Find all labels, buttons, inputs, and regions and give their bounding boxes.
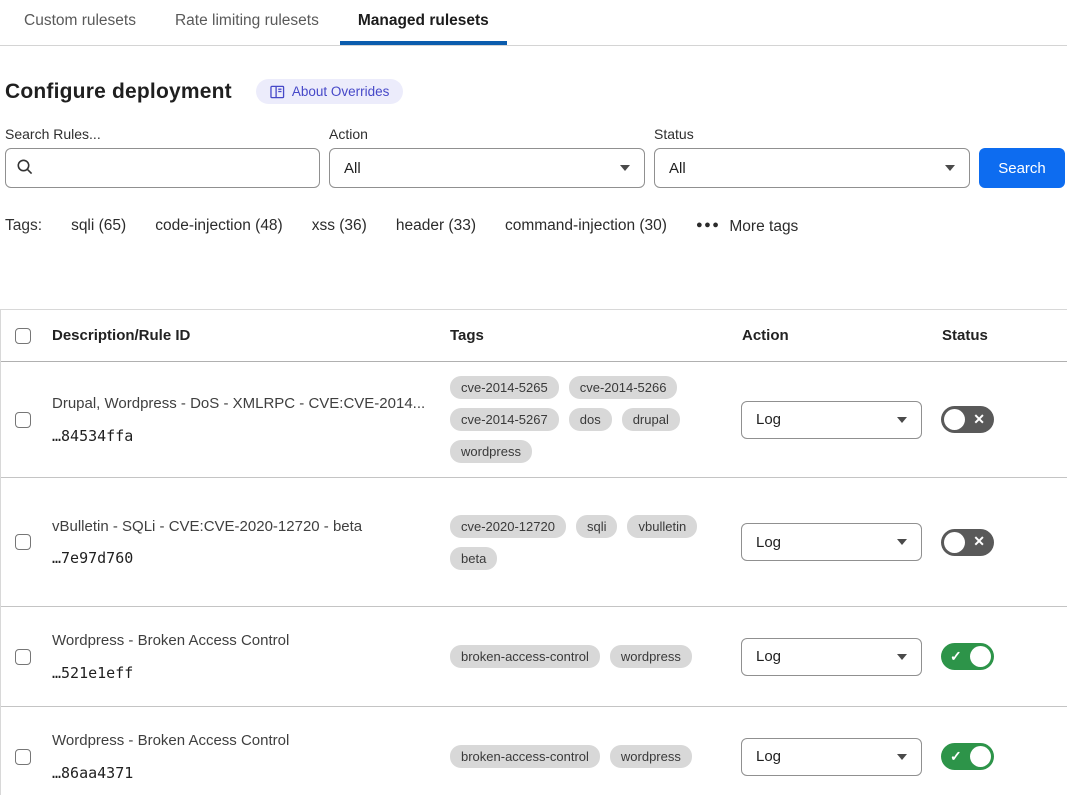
rule-tag-pill: cve-2020-12720 bbox=[450, 515, 566, 538]
rule-id: …7e97d760 bbox=[52, 549, 427, 567]
row-checkbox[interactable] bbox=[15, 749, 31, 765]
chevron-down-icon bbox=[897, 539, 907, 545]
rule-id: …84534ffa bbox=[52, 427, 427, 445]
rule-tags: broken-access-control wordpress bbox=[447, 631, 739, 682]
action-select[interactable]: Log bbox=[741, 401, 922, 439]
rule-tag-pill: wordpress bbox=[610, 745, 692, 768]
rule-tag-pill: sqli bbox=[576, 515, 618, 538]
tab-rate-limiting-rulesets[interactable]: Rate limiting rulesets bbox=[157, 0, 337, 45]
chevron-down-icon bbox=[945, 165, 955, 171]
rule-id: …86aa4371 bbox=[52, 764, 427, 782]
page-title: Configure deployment bbox=[5, 80, 232, 104]
rule-description: vBulletin - SQLi - CVE:CVE-2020-12720 - … bbox=[52, 517, 427, 537]
rule-tags: cve-2014-5265 cve-2014-5266 cve-2014-5267 d… bbox=[447, 362, 739, 477]
select-all-checkbox[interactable] bbox=[15, 328, 31, 344]
status-toggle[interactable]: ✓ ✕ bbox=[941, 743, 994, 770]
row-checkbox[interactable] bbox=[15, 534, 31, 550]
search-rules-input[interactable] bbox=[5, 148, 320, 188]
rule-id: …521e1eff bbox=[52, 664, 427, 682]
search-rules-label: Search Rules... bbox=[5, 126, 320, 142]
rule-tag-pill: drupal bbox=[622, 408, 680, 431]
rule-tag-pill: broken-access-control bbox=[450, 645, 600, 668]
row-checkbox[interactable] bbox=[15, 649, 31, 665]
rule-tag-pill: cve-2014-5267 bbox=[450, 408, 559, 431]
status-filter-value: All bbox=[669, 160, 686, 177]
status-toggle[interactable]: ✓ ✕ bbox=[941, 529, 994, 556]
action-select[interactable]: Log bbox=[741, 638, 922, 676]
rule-tag-pill: vbulletin bbox=[627, 515, 697, 538]
table-row: vBulletin - SQLi - CVE:CVE-2020-12720 - … bbox=[1, 478, 1067, 607]
more-tags-label: More tags bbox=[729, 218, 798, 236]
rule-tag-pill: dos bbox=[569, 408, 612, 431]
status-toggle[interactable]: ✓ ✕ bbox=[941, 406, 994, 433]
tag-filter-link[interactable]: command-injection (30) bbox=[505, 217, 667, 235]
action-filter-label: Action bbox=[329, 126, 645, 142]
rule-tag-pill: wordpress bbox=[610, 645, 692, 668]
tag-filter-link[interactable]: sqli (65) bbox=[71, 217, 126, 235]
rule-tags: broken-access-control wordpress bbox=[447, 731, 739, 782]
book-icon bbox=[270, 85, 285, 99]
rule-description: Wordpress - Broken Access Control bbox=[52, 631, 427, 651]
rule-tag-pill: cve-2014-5265 bbox=[450, 376, 559, 399]
toggle-knob bbox=[944, 409, 965, 430]
toggle-x-icon: ✕ bbox=[973, 411, 985, 428]
about-overrides-label: About Overrides bbox=[292, 84, 390, 99]
tag-filter-link[interactable]: xss (36) bbox=[312, 217, 367, 235]
chevron-down-icon bbox=[897, 654, 907, 660]
column-header-action: Action bbox=[739, 327, 939, 344]
action-select-value: Log bbox=[756, 748, 781, 765]
toggle-check-icon: ✓ bbox=[950, 748, 962, 765]
rule-tags: cve-2020-12720 sqli vbulletin beta bbox=[447, 501, 739, 584]
action-select[interactable]: Log bbox=[741, 523, 922, 561]
tab-managed-rulesets[interactable]: Managed rulesets bbox=[340, 0, 507, 45]
more-tags-button[interactable]: ●●● More tags bbox=[696, 218, 798, 236]
rule-tag-pill: beta bbox=[450, 547, 497, 570]
table-header-row: Description/Rule ID Tags Action Status bbox=[1, 310, 1067, 362]
rule-description: Drupal, Wordpress - DoS - XMLRPC - CVE:C… bbox=[52, 394, 427, 414]
tags-bar: Tags: sqli (65) code-injection (48) xss (3… bbox=[5, 217, 1067, 236]
ellipsis-icon: ●●● bbox=[696, 219, 720, 231]
tag-filter-link[interactable]: header (33) bbox=[396, 217, 476, 235]
rule-tag-pill: cve-2014-5266 bbox=[569, 376, 678, 399]
rule-tag-pill: wordpress bbox=[450, 440, 532, 463]
action-select-value: Log bbox=[756, 411, 781, 428]
tags-bar-label: Tags: bbox=[5, 217, 42, 235]
tab-custom-rulesets[interactable]: Custom rulesets bbox=[6, 0, 154, 45]
column-header-tags: Tags bbox=[447, 327, 739, 344]
action-select[interactable]: Log bbox=[741, 738, 922, 776]
managed-rules-table: Description/Rule ID Tags Action Status D… bbox=[0, 309, 1067, 795]
chevron-down-icon bbox=[897, 417, 907, 423]
table-row: Wordpress - Broken Access Control …521e1… bbox=[1, 607, 1067, 707]
row-checkbox[interactable] bbox=[15, 412, 31, 428]
status-filter-label: Status bbox=[654, 126, 970, 142]
toggle-knob bbox=[970, 646, 991, 667]
rule-description: Wordpress - Broken Access Control bbox=[52, 731, 427, 751]
chevron-down-icon bbox=[620, 165, 630, 171]
toggle-knob bbox=[944, 532, 965, 553]
toggle-knob bbox=[970, 746, 991, 767]
search-button[interactable]: Search bbox=[979, 148, 1065, 188]
table-row: Wordpress - Broken Access Control …86aa4… bbox=[1, 707, 1067, 795]
search-icon bbox=[16, 158, 34, 181]
column-header-status: Status bbox=[939, 327, 1067, 344]
action-filter-value: All bbox=[344, 160, 361, 177]
rules-table-body: Drupal, Wordpress - DoS - XMLRPC - CVE:C… bbox=[1, 362, 1067, 795]
ruleset-tabs: Custom rulesets Rate limiting rulesets M… bbox=[0, 0, 1067, 46]
action-select-value: Log bbox=[756, 534, 781, 551]
toggle-x-icon: ✕ bbox=[973, 533, 985, 550]
action-select-value: Log bbox=[756, 648, 781, 665]
action-filter-select[interactable]: All bbox=[329, 148, 645, 188]
table-row: Drupal, Wordpress - DoS - XMLRPC - CVE:C… bbox=[1, 362, 1067, 478]
status-filter-select[interactable]: All bbox=[654, 148, 970, 188]
column-header-description: Description/Rule ID bbox=[47, 327, 447, 344]
chevron-down-icon bbox=[897, 754, 907, 760]
about-overrides-link[interactable]: About Overrides bbox=[256, 79, 404, 104]
toggle-check-icon: ✓ bbox=[950, 648, 962, 665]
rule-tag-pill: broken-access-control bbox=[450, 745, 600, 768]
tag-filter-link[interactable]: code-injection (48) bbox=[155, 217, 283, 235]
status-toggle[interactable]: ✓ ✕ bbox=[941, 643, 994, 670]
